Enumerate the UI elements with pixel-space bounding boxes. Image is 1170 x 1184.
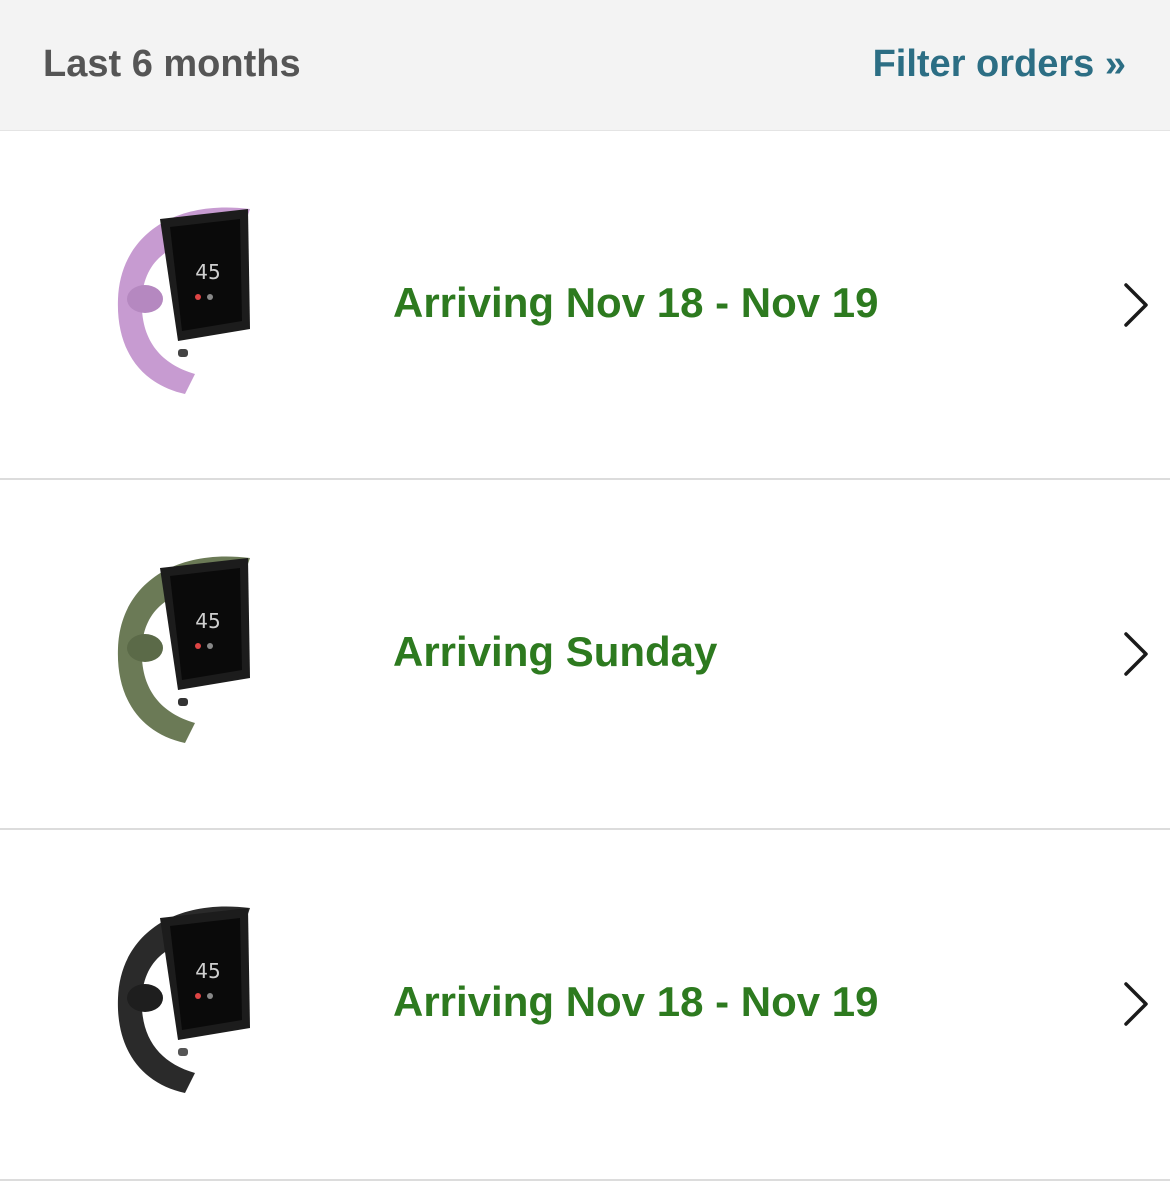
row-divider bbox=[0, 1179, 1170, 1181]
delivery-status: Arriving Sunday bbox=[393, 628, 718, 675]
fitness-band-olive-icon: 45 bbox=[117, 556, 250, 743]
delivery-status: Arriving Nov 18 - Nov 19 bbox=[393, 279, 879, 326]
order-row-3[interactable]: 45 Arriving Nov 18 - Nov 19 bbox=[0, 830, 1170, 1178]
orders-page: Last 6 months Filter orders » 45 Arrivin… bbox=[0, 0, 1170, 1184]
filter-orders-link[interactable]: Filter orders » bbox=[873, 40, 1126, 88]
orders-filter-bar: Last 6 months Filter orders » bbox=[0, 0, 1170, 131]
order-row-1[interactable]: 45 Arriving Nov 18 - Nov 19 bbox=[0, 131, 1170, 479]
chevron-right-icon bbox=[1124, 283, 1148, 327]
product-thumbnail: 45 bbox=[100, 179, 270, 429]
chevron-right-icon bbox=[1124, 982, 1148, 1026]
fitness-band-black-icon: 45 bbox=[117, 906, 250, 1093]
delivery-status: Arriving Nov 18 - Nov 19 bbox=[393, 978, 879, 1025]
fitness-band-lavender-icon: 45 bbox=[117, 207, 250, 394]
order-row-2[interactable]: 45 Arriving Sunday bbox=[0, 480, 1170, 828]
band-time-text: 45 bbox=[195, 260, 220, 284]
band-time-text: 45 bbox=[195, 959, 220, 983]
product-thumbnail: 45 bbox=[100, 528, 270, 778]
product-thumbnail: 45 bbox=[100, 878, 270, 1128]
time-range-label: Last 6 months bbox=[43, 43, 301, 85]
chevron-right-icon bbox=[1124, 632, 1148, 676]
band-time-text: 45 bbox=[195, 609, 220, 633]
